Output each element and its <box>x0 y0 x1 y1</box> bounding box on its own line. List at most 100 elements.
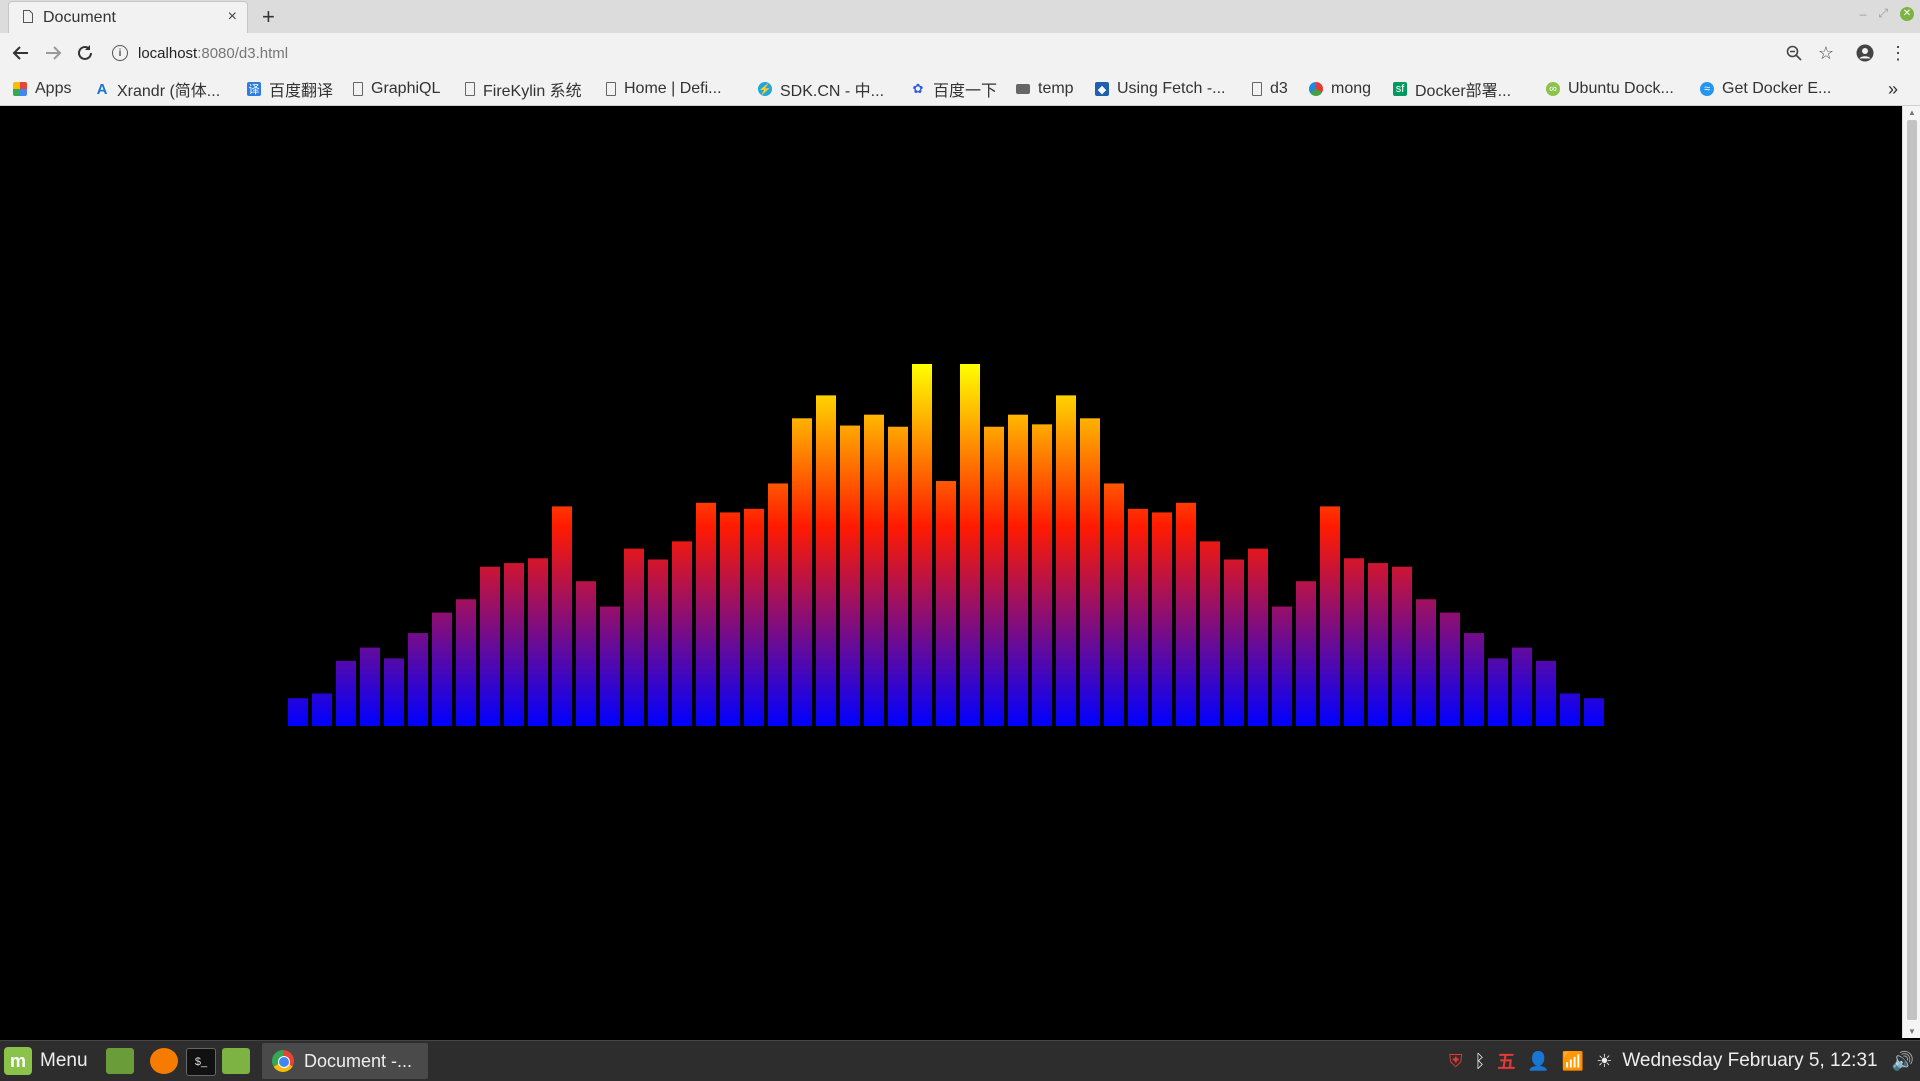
firefox-icon[interactable] <box>150 1048 178 1074</box>
show-desktop-icon[interactable] <box>106 1048 134 1074</box>
bar-49 <box>1440 612 1460 726</box>
bookmark-firekylin[interactable]: FireKylin 系统 <box>465 73 582 105</box>
bookmark-temp[interactable]: temp <box>1016 73 1074 105</box>
bar-21 <box>768 483 788 726</box>
browser-menu-icon[interactable]: ⋮ <box>1886 41 1910 65</box>
bar-3 <box>336 660 356 726</box>
scroll-up-icon[interactable]: ▲ <box>1908 108 1916 117</box>
bookmark-label: Docker部署... <box>1415 83 1512 100</box>
folder-icon <box>1016 84 1030 94</box>
page-viewport <box>2 106 1902 1038</box>
start-menu-button[interactable]: m Menu <box>4 1045 88 1077</box>
bookmark-label: 百度一下 <box>933 83 998 100</box>
scroll-thumb[interactable] <box>1907 120 1917 1020</box>
bar-34 <box>1080 418 1100 726</box>
bookmark-label: Home | Defi... <box>624 80 722 97</box>
bar-31 <box>1008 414 1028 726</box>
volume-icon[interactable]: 🔊 <box>1892 1051 1914 1072</box>
bookmark-label: Ubuntu Dock... <box>1568 80 1674 97</box>
document-icon <box>23 10 33 23</box>
bookmark-label: Get Docker E... <box>1722 80 1832 97</box>
bookmark-label: mong <box>1331 80 1372 97</box>
bookmark-apps[interactable]: Apps <box>13 73 71 105</box>
files-folder-icon[interactable] <box>222 1048 250 1074</box>
zoom-icon[interactable] <box>1782 41 1806 65</box>
close-window-icon[interactable]: ✕ <box>1900 6 1914 21</box>
system-tray: ⛨ ᛒ 五 👤 📶 ☀ Wednesday February 5, 12:31 … <box>1443 1041 1920 1081</box>
bar-53 <box>1536 660 1556 726</box>
input-method-icon[interactable]: 五 <box>1497 1048 1515 1074</box>
bookmark-star-icon[interactable]: ☆ <box>1814 41 1838 65</box>
page-scrollbar[interactable]: ▲ ▼ <box>1902 106 1920 1038</box>
bookmark-ubuntu-dock[interactable]: ∞ Ubuntu Dock... <box>1546 73 1674 105</box>
bar-37 <box>1152 512 1172 726</box>
tab-title: Document <box>43 9 116 26</box>
bar-20 <box>744 508 764 726</box>
taskbar-window-label: Document -... <box>304 1050 413 1071</box>
bookmarks-bar: Apps A Xrandr (简体... 译 百度翻译 GraphiQL Fir… <box>0 73 1920 106</box>
taskbar-window-document[interactable]: Document -... <box>262 1043 428 1079</box>
bar-13 <box>576 581 596 726</box>
url-path: :8080/d3.html <box>197 44 289 62</box>
ubuntu-dock-icon: ∞ <box>1546 82 1560 96</box>
wifi-icon[interactable]: 📶 <box>1562 1051 1584 1072</box>
bookmark-get-docker[interactable]: ≈ Get Docker E... <box>1700 73 1831 105</box>
bookmark-baidu-translate[interactable]: 译 百度翻译 <box>247 73 333 105</box>
new-tab-button[interactable]: + <box>262 4 275 30</box>
bar-23 <box>816 395 836 726</box>
bar-25 <box>864 414 884 726</box>
brightness-icon[interactable]: ☀ <box>1596 1051 1612 1072</box>
forward-button[interactable] <box>41 41 65 65</box>
profile-icon[interactable] <box>1853 41 1877 65</box>
user-icon[interactable]: 👤 <box>1527 1051 1549 1072</box>
bookmark-d3[interactable]: d3 <box>1252 73 1288 105</box>
tab-close-icon[interactable]: × <box>228 8 237 26</box>
security-shield-icon[interactable]: ⛨ <box>1449 1051 1463 1072</box>
tab-document[interactable]: Document × <box>9 2 247 33</box>
bookmark-using-fetch[interactable]: ◆ Using Fetch -... <box>1095 73 1225 105</box>
address-bar[interactable]: i localhost:8080/d3.html <box>112 38 1772 68</box>
bar-12 <box>552 506 572 726</box>
bookmark-mong[interactable]: mong <box>1309 73 1371 105</box>
bookmark-label: FireKylin 系统 <box>483 83 582 100</box>
bookmark-sdk-cn[interactable]: ⚡ SDK.CN - 中... <box>758 73 884 105</box>
bookmark-home-defi[interactable]: Home | Defi... <box>606 73 722 105</box>
page-icon <box>606 82 616 96</box>
bar-46 <box>1368 563 1388 726</box>
site-info-icon[interactable]: i <box>112 45 128 61</box>
bookmarks-overflow-button[interactable]: » <box>1888 73 1898 105</box>
bookmark-docker-deploy[interactable]: sf Docker部署... <box>1393 73 1511 105</box>
bar-4 <box>360 647 380 726</box>
bar-24 <box>840 425 860 726</box>
bluetooth-icon[interactable]: ᛒ <box>1475 1051 1486 1072</box>
bar-54 <box>1560 693 1580 726</box>
segmentfault-icon: sf <box>1393 82 1407 96</box>
bookmark-label: Using Fetch -... <box>1117 80 1226 97</box>
minimize-icon[interactable]: – <box>1860 7 1867 21</box>
back-button[interactable] <box>9 41 33 65</box>
page-icon <box>353 82 363 96</box>
bar-28 <box>936 481 956 726</box>
bar-14 <box>600 606 620 726</box>
bar-42 <box>1272 606 1292 726</box>
bookmark-label: Xrandr (简体... <box>117 83 221 100</box>
maximize-icon[interactable]: ⤢ <box>1878 6 1888 21</box>
scroll-down-icon[interactable]: ▼ <box>1908 1027 1916 1036</box>
terminal-icon[interactable]: $_ <box>186 1048 216 1076</box>
bar-9 <box>480 566 500 726</box>
taskbar: m Menu $_ Document -... ⛨ ᛒ 五 👤 📶 ☀ Wedn… <box>0 1040 1920 1081</box>
docker-icon: ≈ <box>1700 82 1714 96</box>
bookmark-graphiql[interactable]: GraphiQL <box>353 73 440 105</box>
clock[interactable]: Wednesday February 5, 12:31 <box>1622 1050 1877 1072</box>
bookmark-baidu[interactable]: ✿ 百度一下 <box>911 73 997 105</box>
arrow-right-icon <box>46 46 62 60</box>
reload-button[interactable] <box>73 41 97 65</box>
bar-47 <box>1392 566 1412 726</box>
xrandr-icon: A <box>96 80 108 98</box>
bookmark-xrandr[interactable]: A Xrandr (简体... <box>95 73 221 105</box>
url-host: localhost <box>138 44 198 62</box>
bar-18 <box>696 502 716 726</box>
sdk-icon: ⚡ <box>758 82 772 96</box>
mint-logo-icon: m <box>4 1047 32 1075</box>
baidu-translate-icon: 译 <box>247 82 261 96</box>
